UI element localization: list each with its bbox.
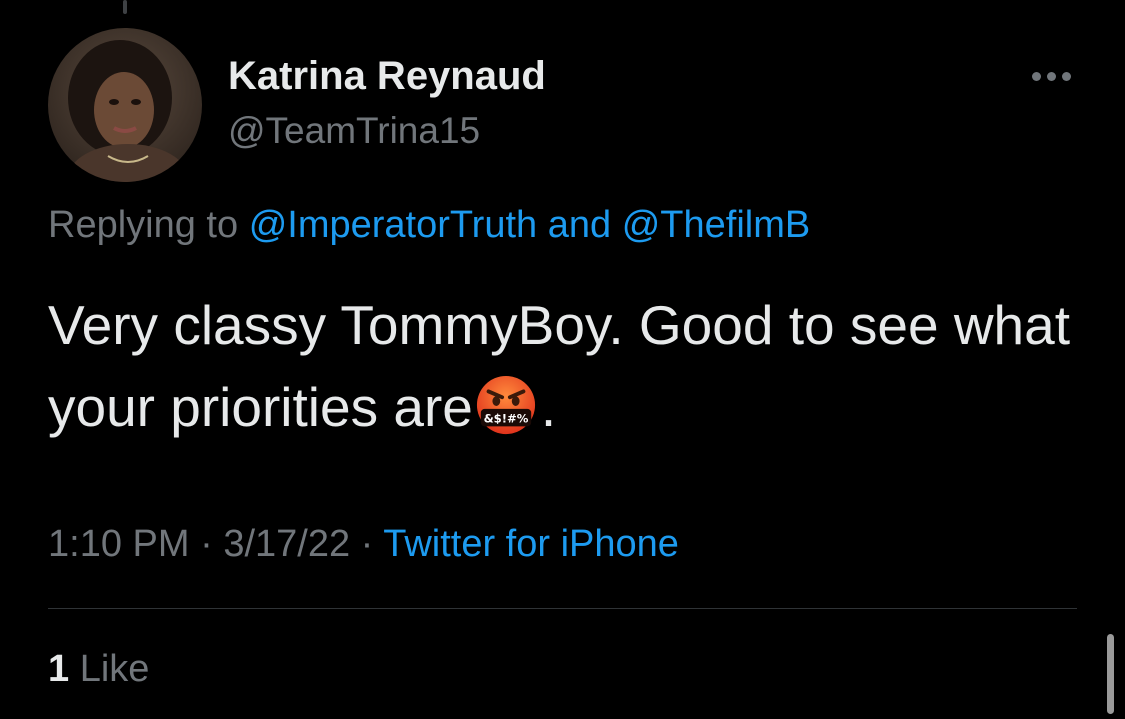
dot [1046, 71, 1056, 81]
replying-to-conjunction[interactable]: and [548, 204, 611, 246]
tweet-time[interactable]: 1:10 PM [48, 523, 190, 565]
mention-link-thefilmb[interactable]: @ThefilmB [622, 204, 811, 246]
tweet-meta: 1:10 PM · 3/17/22 · Twitter for iPhone [48, 523, 679, 566]
meta-separator: · [360, 523, 374, 565]
more-options-icon[interactable] [1024, 56, 1078, 96]
author-display-name[interactable]: Katrina Reynaud [228, 54, 546, 99]
divider [48, 608, 1077, 609]
tweet-body-end: . [540, 376, 557, 438]
scrollbar[interactable] [1107, 634, 1114, 714]
tweet-body: Very classy TommyBoy. Good to see what y… [48, 294, 1071, 438]
tweet-source-link[interactable]: Twitter for iPhone [383, 523, 679, 565]
tweet-text: Very classy TommyBoy. Good to see what y… [48, 284, 1088, 448]
profile-photo-icon [48, 28, 202, 182]
author-handle[interactable]: @TeamTrina15 [228, 110, 480, 152]
avatar[interactable] [48, 28, 202, 182]
likes-count: 1 [48, 648, 70, 690]
likes-label: Like [79, 648, 150, 690]
tweet-date[interactable]: 3/17/22 [223, 523, 350, 565]
dot [1061, 71, 1071, 81]
dot [1031, 71, 1041, 81]
thread-connector-line [123, 0, 127, 14]
replying-to-line: Replying to @ImperatorTruth and @Thefilm… [48, 204, 810, 247]
face-with-symbols-on-mouth-icon: &$!#% [476, 375, 535, 435]
meta-separator: · [200, 523, 213, 565]
replying-to-label: Replying to [48, 204, 239, 246]
likes-count-link[interactable]: 1 Like [48, 648, 149, 691]
mention-link-imperatortruth[interactable]: @ImperatorTruth [249, 204, 537, 246]
emoji-symbols-text: &$!#% [483, 411, 528, 425]
